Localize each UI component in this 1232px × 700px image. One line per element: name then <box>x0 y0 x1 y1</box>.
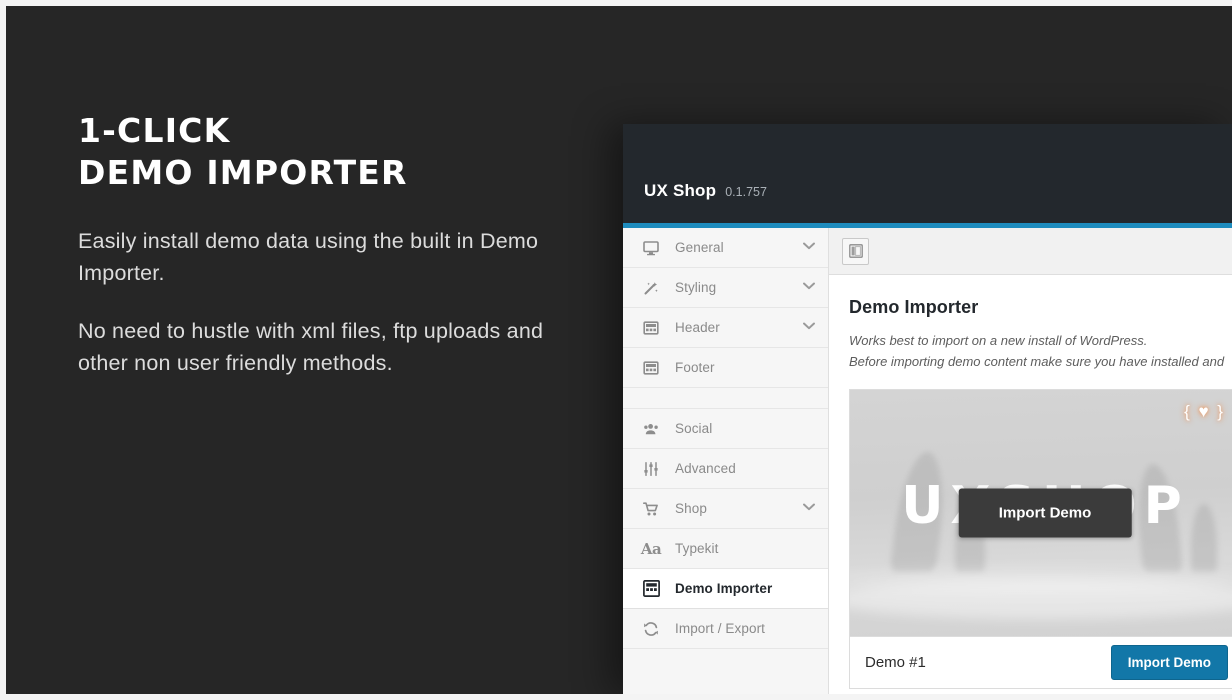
demo-thumbnail[interactable]: UXSHOP { ♥ } Import Demo <box>850 390 1232 637</box>
sidebar-group-separator <box>623 388 828 409</box>
settings-content: Demo Importer Works best to import on a … <box>829 228 1232 694</box>
sidebar-item-general[interactable]: General <box>623 228 828 268</box>
chevron-down-icon[interactable] <box>803 503 815 514</box>
chevron-down-icon[interactable] <box>803 282 815 293</box>
sidebar-item-label: Typekit <box>675 541 719 556</box>
promo-canvas: 1-Click Demo Importer Easily install dem… <box>6 6 1232 694</box>
sidebar-item-footer[interactable]: Footer <box>623 348 828 388</box>
content-description-line-2: Before importing demo content make sure … <box>849 354 1225 370</box>
sidebar-item-label: Shop <box>675 501 707 516</box>
sidebar-item-styling[interactable]: Styling <box>623 268 828 308</box>
cart-icon <box>641 501 661 517</box>
users-icon <box>641 421 661 437</box>
promo-heading-line-1: 1-Click <box>78 111 231 150</box>
monitor-icon <box>641 240 661 256</box>
heart-badge-icon: { ♥ } <box>1184 402 1225 422</box>
content-description-line-1: Works best to import on a new install of… <box>849 333 1148 348</box>
sidebar-item-label: Advanced <box>675 461 736 476</box>
panel-brand: UX Shop 0.1.757 <box>644 181 767 201</box>
sidebar-item-label: Footer <box>675 360 715 375</box>
sidebar-item-label: Styling <box>675 280 717 295</box>
sidebar-item-label: Header <box>675 320 720 335</box>
import-demo-button[interactable]: Import Demo <box>1110 645 1228 681</box>
admin-panel: UX Shop 0.1.757 General Styling Header F… <box>623 124 1232 694</box>
promo-heading-line-2: Demo Importer <box>78 153 408 193</box>
demo-card-footer: Demo #1 Import Demo <box>850 636 1232 689</box>
content-inner: Demo Importer Works best to import on a … <box>829 275 1232 690</box>
chevron-down-icon[interactable] <box>803 242 815 253</box>
sidebar-item-advanced[interactable]: Advanced <box>623 449 828 489</box>
promo-text-block: 1-Click Demo Importer Easily install dem… <box>78 110 598 380</box>
sidebar-filler <box>623 649 828 691</box>
demo-card: UXSHOP { ♥ } Import Demo Demo #1 Import … <box>849 389 1232 690</box>
chevron-down-icon[interactable] <box>803 322 815 333</box>
content-toolbar <box>829 228 1232 275</box>
aa-type-icon: Aa <box>640 539 662 558</box>
page-frame: 1-Click Demo Importer Easily install dem… <box>0 0 1232 700</box>
sidebar-item-label: Import / Export <box>675 621 766 636</box>
panel-version-text: 0.1.757 <box>725 185 767 199</box>
sidebar-item-label: Demo Importer <box>675 581 773 596</box>
panel-layout-icon[interactable] <box>842 237 869 265</box>
layout-top-icon <box>641 320 661 336</box>
demo-window-icon <box>641 580 661 597</box>
settings-sidebar: General Styling Header Footer Social Adv… <box>623 228 829 694</box>
promo-paragraph-2: No need to hustle with xml files, ftp up… <box>78 319 544 375</box>
sidebar-item-label: General <box>675 240 724 255</box>
sidebar-item-import-export[interactable]: Import / Export <box>623 609 828 649</box>
sliders-icon <box>641 461 661 477</box>
demo-name-label: Demo #1 <box>865 654 926 672</box>
sidebar-item-social[interactable]: Social <box>623 409 828 449</box>
panel-body: General Styling Header Footer Social Adv… <box>623 228 1232 694</box>
promo-paragraph-1: Easily install demo data using the built… <box>78 229 539 286</box>
sidebar-item-demo-importer[interactable]: Demo Importer <box>623 569 828 609</box>
sidebar-item-header[interactable]: Header <box>623 308 828 348</box>
promo-heading: 1-Click Demo Importer <box>78 110 598 194</box>
layout-bottom-icon <box>641 360 661 376</box>
panel-title-text: UX Shop <box>644 181 717 200</box>
thumb-scenery-surf <box>850 578 1232 619</box>
sidebar-item-typekit[interactable]: Aa Typekit <box>623 529 828 569</box>
sidebar-item-label: Social <box>675 421 713 436</box>
page-title: Demo Importer <box>849 297 979 317</box>
sidebar-item-shop[interactable]: Shop <box>623 489 828 529</box>
magic-wand-icon <box>641 280 661 296</box>
import-demo-overlay-button[interactable]: Import Demo <box>958 488 1132 538</box>
panel-header: UX Shop 0.1.757 <box>623 124 1232 223</box>
refresh-icon <box>641 621 661 637</box>
